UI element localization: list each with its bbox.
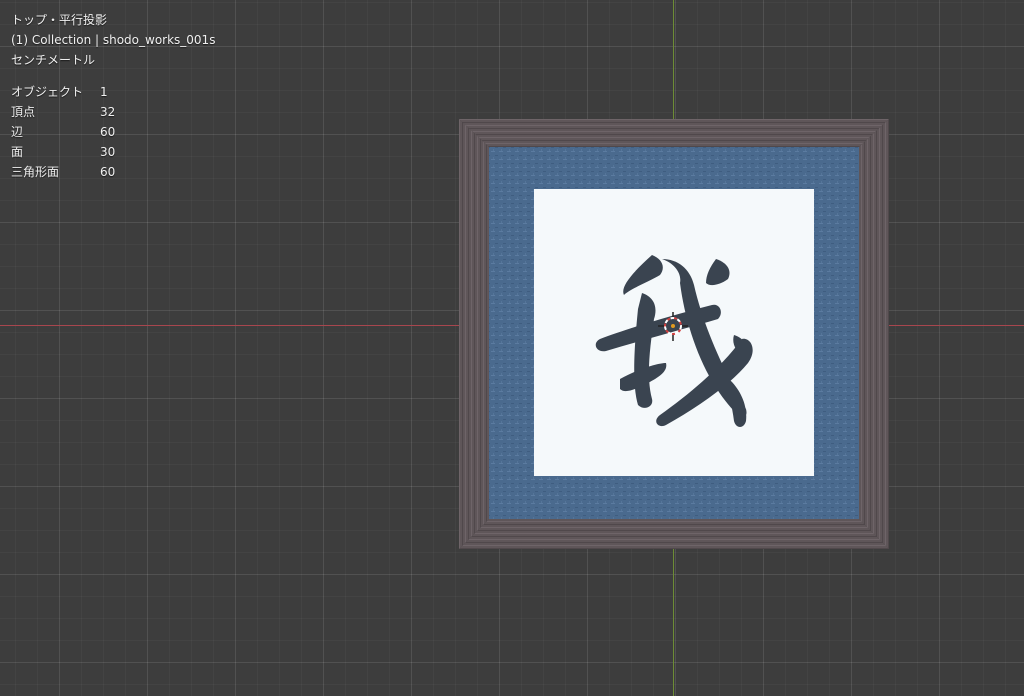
stat-row-triangles: 三角形面 60: [11, 162, 215, 182]
stat-label: 面: [11, 145, 24, 159]
stat-value: 30: [100, 145, 116, 159]
view-name: トップ・平行投影: [11, 13, 108, 27]
3d-cursor-icon[interactable]: [658, 312, 688, 342]
stat-value: 1: [100, 85, 108, 99]
stat-row-faces: 面 30: [11, 142, 215, 162]
stat-value: 60: [100, 125, 116, 139]
viewport-info-overlay: トップ・平行投影 (1) Collection | shodo_works_00…: [11, 10, 215, 182]
stat-row-vertices: 頂点 32: [11, 102, 215, 122]
unit-label: センチメートル: [11, 53, 96, 67]
collection-info: (1) Collection | shodo_works_001s: [11, 33, 216, 47]
stat-value: 32: [100, 105, 116, 119]
frame-left-edge: [459, 119, 489, 549]
frame-bottom-edge: [459, 519, 889, 549]
stat-label: オブジェクト: [11, 85, 84, 99]
frame-top-edge: [459, 119, 889, 147]
frame-right-edge: [859, 119, 889, 549]
stat-label: 頂点: [11, 105, 36, 119]
stat-row-objects: オブジェクト 1: [11, 82, 215, 102]
stat-row-edges: 辺 60: [11, 122, 215, 142]
scene-statistics: オブジェクト 1 頂点 32 辺 60 面 30 三角形面 60: [11, 82, 215, 182]
stat-value: 60: [100, 165, 116, 179]
stat-label: 三角形面: [11, 165, 60, 179]
stat-label: 辺: [11, 125, 24, 139]
